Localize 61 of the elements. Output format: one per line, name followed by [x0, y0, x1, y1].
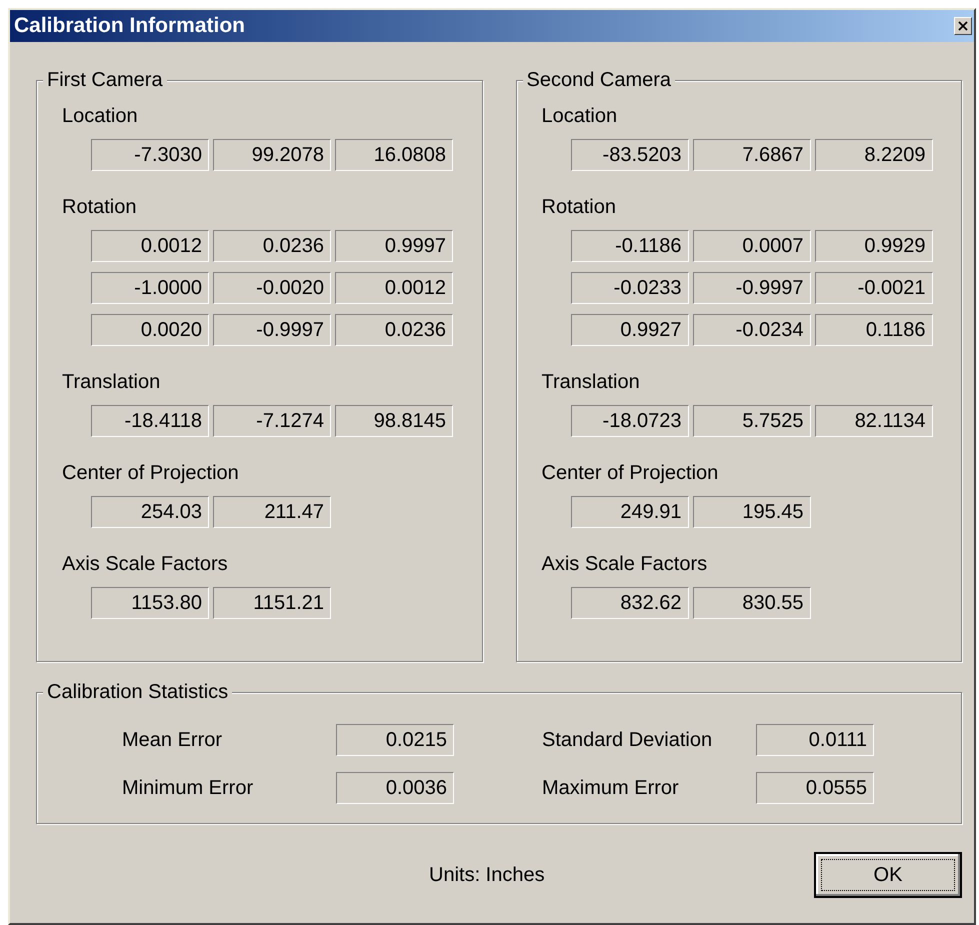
value-field: 195.45	[692, 496, 810, 528]
value-field: -18.4118	[91, 405, 209, 437]
value-field: -18.0723	[570, 405, 688, 437]
value-field: 7.6867	[692, 139, 810, 171]
value-field: 5.7525	[692, 405, 810, 437]
value-field: -0.0234	[692, 314, 810, 346]
value-field: 8.2209	[814, 139, 932, 171]
section-label: Translation	[62, 370, 162, 394]
section-label: Rotation	[542, 195, 617, 219]
units-label: Units: Inches	[429, 863, 545, 887]
section-label: Axis Scale Factors	[542, 552, 708, 576]
value-field: 249.91	[570, 496, 688, 528]
value-field: -0.0020	[213, 272, 331, 304]
value-field: 98.8145	[335, 405, 453, 437]
section-label: Center of Projection	[62, 461, 240, 485]
value-field: -0.0021	[814, 272, 932, 304]
value-field: -0.0233	[570, 272, 688, 304]
close-button[interactable]	[954, 17, 972, 35]
value-field: 1151.21	[213, 587, 331, 619]
value-field: 0.0007	[692, 230, 810, 262]
value-field: 16.0808	[335, 139, 453, 171]
section-label: Axis Scale Factors	[62, 552, 229, 576]
stat-label: Maximum Error	[542, 776, 680, 801]
close-icon	[958, 21, 968, 31]
value-field: 0.0111	[756, 724, 874, 756]
value-field: 0.0555	[756, 772, 874, 804]
value-field: 99.2078	[213, 139, 331, 171]
value-field: -0.1186	[570, 230, 688, 262]
section-label: Location	[542, 104, 618, 128]
value-field: 0.0012	[335, 272, 453, 304]
stat-label: Standard Deviation	[542, 728, 714, 753]
value-field: 0.0036	[336, 772, 454, 804]
value-field: 832.62	[570, 587, 688, 619]
value-field: 211.47	[213, 496, 331, 528]
stat-label: Minimum Error	[122, 776, 254, 801]
value-field: -0.9997	[692, 272, 810, 304]
value-field: -1.0000	[91, 272, 209, 304]
value-field: 0.0236	[213, 230, 331, 262]
ok-button[interactable]: OK	[814, 852, 962, 898]
section-label: Center of Projection	[542, 461, 720, 485]
value-field: 0.9997	[335, 230, 453, 262]
value-field: 0.0215	[336, 724, 454, 756]
value-field: 830.55	[692, 587, 810, 619]
section-label: Translation	[542, 370, 641, 394]
value-field: -7.3030	[91, 139, 209, 171]
value-field: -0.9997	[213, 314, 331, 346]
value-field: 0.9927	[570, 314, 688, 346]
value-field: -83.5203	[570, 139, 688, 171]
value-field: 254.03	[91, 496, 209, 528]
value-field: 0.0020	[91, 314, 209, 346]
value-field: -7.1274	[213, 405, 331, 437]
window-title: Calibration Information	[14, 13, 245, 39]
value-field: 1153.80	[91, 587, 209, 619]
value-field: 0.0236	[335, 314, 453, 346]
value-field: 0.0012	[91, 230, 209, 262]
stat-label: Mean Error	[122, 728, 224, 753]
section-label: Location	[62, 104, 139, 128]
value-field: 0.1186	[814, 314, 932, 346]
value-field: 82.1134	[814, 405, 932, 437]
section-label: Rotation	[62, 195, 138, 219]
value-field: 0.9929	[814, 230, 932, 262]
